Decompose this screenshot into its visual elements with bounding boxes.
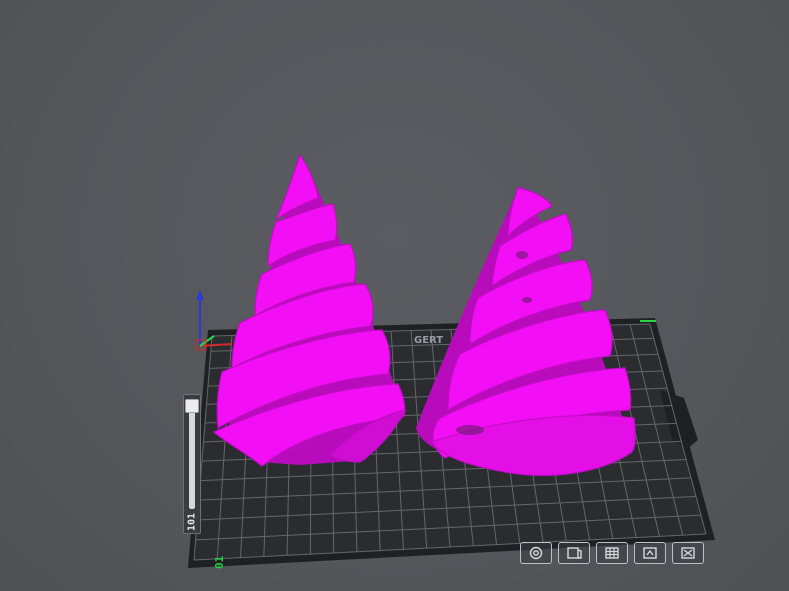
layer-slider-thumb[interactable]: [185, 399, 199, 413]
close-icon: [681, 547, 695, 559]
view-reset-icon: [529, 546, 543, 560]
layers-view-button[interactable]: [596, 542, 628, 564]
3d-viewport[interactable]: GERT 101 01: [0, 0, 789, 591]
cube-view-button[interactable]: [558, 542, 590, 564]
bed-label: GERT: [414, 335, 443, 346]
view-toolbar: [520, 542, 704, 568]
layer-readout: 101: [186, 512, 198, 532]
arrange-button[interactable]: [634, 542, 666, 564]
view-reset-button[interactable]: [520, 542, 552, 564]
close-view-button[interactable]: [672, 542, 704, 564]
layer-slider-track[interactable]: [189, 401, 195, 509]
spiral-cone-left[interactable]: [212, 153, 407, 467]
scene-canvas[interactable]: GERT: [0, 0, 789, 591]
arrange-icon: [643, 547, 657, 559]
cube-icon: [567, 547, 582, 559]
axis-corner-label: 01: [213, 555, 226, 569]
layers-icon: [605, 547, 619, 559]
layer-slider[interactable]: 101: [183, 394, 201, 534]
